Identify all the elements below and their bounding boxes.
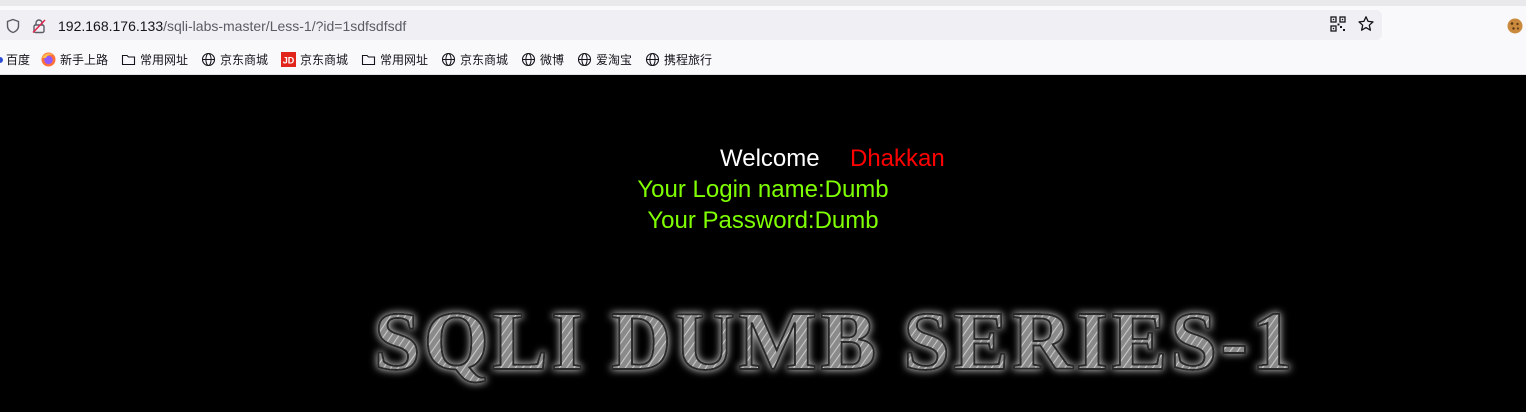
url-host: 192.168.176.133	[58, 18, 164, 34]
jd-icon: JD	[281, 52, 296, 67]
url-path: /sqli-labs-master/Less-1/?id=1sdfsdfsdf	[163, 18, 407, 34]
bookmark-label: 新手上路	[60, 53, 109, 67]
bookmark-star-icon[interactable]	[1357, 15, 1375, 33]
welcome-username: Dhakkan	[850, 145, 945, 172]
bookmark-ctrip[interactable]: 携程旅行	[645, 51, 712, 68]
series-banner-image: SQLI DUMB SERIES-1	[330, 294, 1340, 397]
paw-icon	[0, 52, 4, 67]
globe-icon	[201, 52, 216, 67]
bookmark-weibo[interactable]: 微博	[521, 51, 564, 68]
globe-icon	[521, 52, 536, 67]
bookmark-jd-2[interactable]: JD 京东商城	[281, 51, 348, 68]
welcome-text: Welcome	[720, 145, 820, 172]
bookmark-aitaobao[interactable]: 爱淘宝	[577, 51, 632, 68]
bookmark-folder-common-1[interactable]: 常用网址	[121, 51, 188, 68]
globe-icon	[577, 52, 592, 67]
bookmark-label: 携程旅行	[664, 53, 713, 67]
url-text[interactable]: 192.168.176.133/sqli-labs-master/Less-1/…	[58, 18, 406, 35]
shield-icon[interactable]	[5, 18, 21, 34]
bookmark-baidu[interactable]: 百度	[0, 51, 30, 68]
page-content: Welcome Dhakkan Your Login name:Dumb You…	[0, 75, 1526, 412]
qr-code-icon[interactable]	[1329, 15, 1347, 33]
folder-icon	[361, 52, 376, 67]
bookmark-label: 百度	[6, 53, 31, 67]
bookmarks-toolbar: 百度 新手上路 常用网址 京东商城 JD 京东商城 常用网址 京东商城 微博 爱…	[0, 44, 1526, 75]
bookmark-jd-3[interactable]: 京东商城	[441, 51, 508, 68]
series-banner-svg: SQLI DUMB SERIES-1	[373, 294, 1296, 389]
bookmark-label: 常用网址	[380, 53, 429, 67]
insecure-lock-icon[interactable]	[31, 18, 47, 34]
globe-icon	[441, 52, 456, 67]
password-result: Your Password:Dumb	[647, 207, 879, 234]
bookmark-label: 常用网址	[140, 53, 189, 67]
firefox-icon	[41, 52, 56, 67]
folder-icon	[121, 52, 136, 67]
bookmark-label: 京东商城	[460, 53, 509, 67]
globe-icon	[645, 52, 660, 67]
navigation-toolbar: 192.168.176.133/sqli-labs-master/Less-1/…	[0, 6, 1526, 44]
bookmark-label: 微博	[540, 53, 565, 67]
login-name-result: Your Login name:Dumb	[637, 176, 889, 203]
svg-text:JD: JD	[283, 55, 295, 65]
bookmark-label: 爱淘宝	[596, 53, 633, 67]
banner-text: SQLI DUMB SERIES-1	[374, 297, 1296, 388]
cookie-extension-icon[interactable]	[1506, 17, 1524, 35]
bookmark-jd-1[interactable]: 京东商城	[201, 51, 268, 68]
bookmark-folder-common-2[interactable]: 常用网址	[361, 51, 428, 68]
bookmark-label: 京东商城	[220, 53, 269, 67]
url-bar[interactable]: 192.168.176.133/sqli-labs-master/Less-1/…	[0, 10, 1382, 40]
bookmark-label: 京东商城	[300, 53, 349, 67]
bookmark-newbie[interactable]: 新手上路	[41, 51, 108, 68]
